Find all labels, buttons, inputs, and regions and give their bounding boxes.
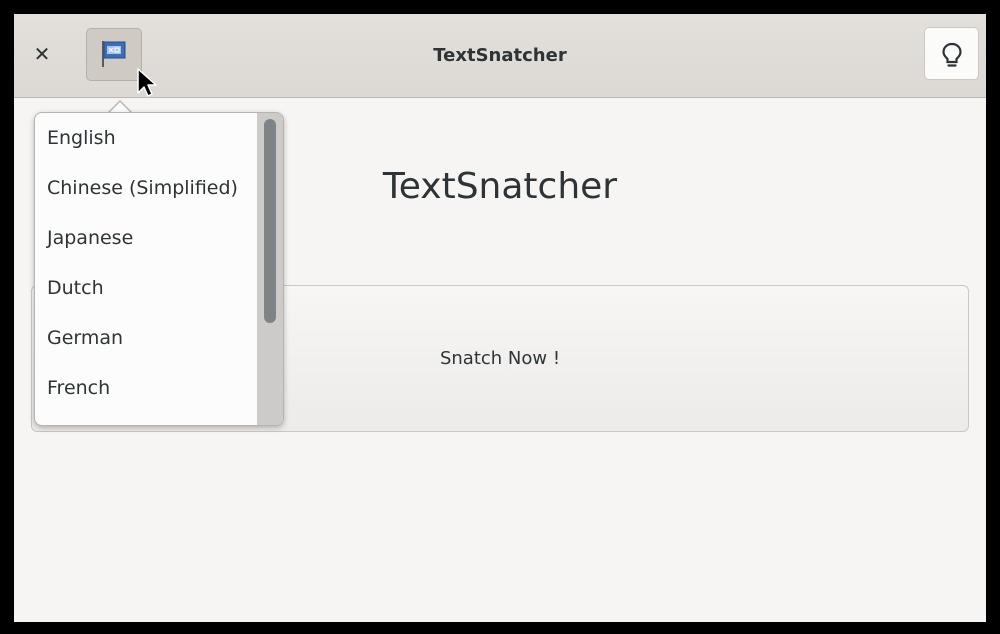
scrollbar-thumb[interactable] [264,119,276,323]
window-title: TextSnatcher [433,45,567,66]
language-item-french[interactable]: French [35,363,257,413]
language-popover: English Chinese (Simplified) Japanese Du… [34,112,284,426]
app-window: ✕ TextSnatcher TextSnatcher Snatch Now !… [14,14,986,622]
tips-button[interactable] [924,27,979,80]
language-item-english[interactable]: English [35,113,257,163]
snatch-now-label: Snatch Now ! [439,348,561,369]
close-button[interactable]: ✕ [26,34,58,74]
language-item-japanese[interactable]: Japanese [35,213,257,263]
flag-icon [102,41,126,67]
language-item-dutch[interactable]: Dutch [35,263,257,313]
headerbar: ✕ TextSnatcher [14,14,986,98]
close-icon: ✕ [33,42,51,66]
mouse-cursor-icon [137,68,157,97]
scrollbar-track[interactable] [257,113,283,425]
language-item-german[interactable]: German [35,313,257,363]
language-item-chinese-simplified[interactable]: Chinese (Simplified) [35,163,257,213]
lightbulb-icon [942,42,962,67]
language-list: English Chinese (Simplified) Japanese Du… [35,113,257,425]
language-button[interactable] [86,28,142,81]
